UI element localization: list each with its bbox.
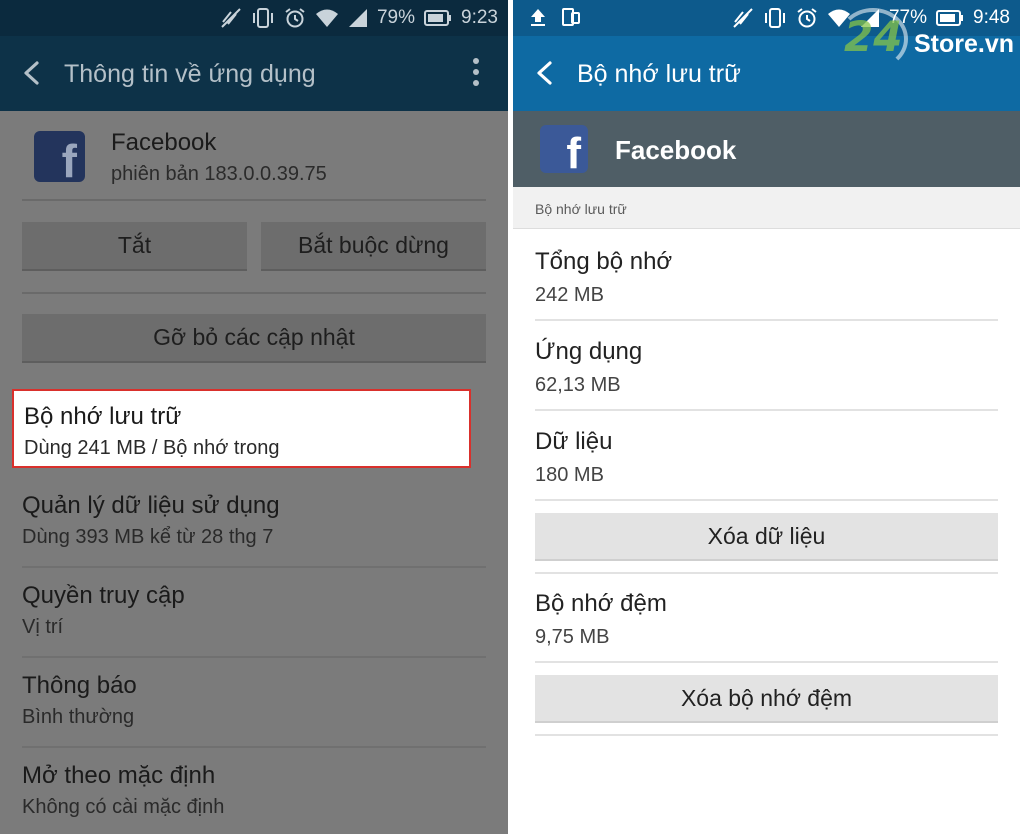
app-header: f Facebook bbox=[513, 111, 1020, 187]
disable-button[interactable]: Tắt bbox=[22, 222, 247, 271]
row-subtitle: Vị trí bbox=[22, 616, 64, 638]
page-title: Thông tin về ứng dụng bbox=[64, 60, 316, 88]
divider bbox=[22, 292, 486, 294]
section-label: Bộ nhớ lưu trữ bbox=[535, 201, 627, 217]
row-value: 62,13 MB bbox=[535, 374, 621, 396]
divider bbox=[22, 199, 486, 201]
wifi-icon bbox=[315, 9, 338, 27]
divider bbox=[535, 734, 998, 736]
divider bbox=[535, 409, 998, 411]
divider bbox=[535, 661, 998, 663]
divider bbox=[535, 499, 998, 501]
status-bar: 79% 9:23 bbox=[0, 0, 508, 36]
left-screen: 79% 9:23 Thông tin về ứng dụng f Faceboo… bbox=[0, 0, 508, 834]
row-title: Thông báo bbox=[22, 672, 137, 699]
uninstall-updates-button[interactable]: Gỡ bỏ các cập nhật bbox=[22, 314, 486, 363]
force-stop-button[interactable]: Bắt buộc dừng bbox=[261, 222, 486, 271]
no-sync-icon bbox=[733, 8, 753, 28]
watermark-brand: Store.vn bbox=[914, 30, 1015, 58]
vibrate-icon bbox=[252, 8, 273, 28]
total-storage-row: Tổng bộ nhớ 242 MB bbox=[535, 248, 998, 307]
divider bbox=[535, 319, 998, 321]
back-arrow-icon[interactable] bbox=[533, 60, 557, 86]
app-version: phiên bản 183.0.0.39.75 bbox=[111, 163, 327, 185]
divider bbox=[22, 566, 486, 568]
app-name: Facebook bbox=[615, 135, 737, 165]
battery-icon bbox=[424, 10, 452, 26]
open-by-default-row[interactable]: Mở theo mặc định Không có cài mặc định bbox=[22, 762, 482, 819]
right-screen: 77% 9:48 Bộ nhớ lưu trữ 24 Store.vn f Fa… bbox=[513, 0, 1020, 834]
app-bar: Thông tin về ứng dụng bbox=[0, 36, 508, 111]
divider bbox=[22, 656, 486, 658]
row-title: Dữ liệu bbox=[535, 428, 613, 455]
row-subtitle: Không có cài mặc định bbox=[22, 796, 225, 818]
signal-icon bbox=[348, 9, 367, 27]
clear-data-button[interactable]: Xóa dữ liệu bbox=[535, 513, 998, 561]
row-title: Ứng dụng bbox=[535, 338, 643, 365]
cache-row: Bộ nhớ đệm 9,75 MB bbox=[535, 590, 998, 649]
clear-cache-button[interactable]: Xóa bộ nhớ đệm bbox=[535, 675, 998, 723]
row-subtitle: Dùng 393 MB kể từ 28 thg 7 bbox=[22, 526, 274, 548]
row-title: Tổng bộ nhớ bbox=[535, 248, 673, 275]
section-header: Bộ nhớ lưu trữ bbox=[513, 187, 1020, 229]
alarm-icon bbox=[285, 8, 305, 28]
device-icon bbox=[562, 8, 580, 26]
divider bbox=[22, 746, 486, 748]
store-watermark: 24 Store.vn bbox=[838, 8, 1016, 72]
upload-icon bbox=[531, 9, 545, 26]
notifications-row[interactable]: Thông báo Bình thường bbox=[22, 672, 482, 729]
app-name: Facebook bbox=[111, 129, 217, 156]
vibrate-icon bbox=[764, 8, 785, 28]
row-value: 9,75 MB bbox=[535, 626, 610, 648]
page-title: Bộ nhớ lưu trữ bbox=[577, 60, 741, 88]
divider bbox=[535, 572, 998, 574]
back-arrow-icon[interactable] bbox=[20, 60, 44, 86]
app-size-row: Ứng dụng 62,13 MB bbox=[535, 338, 998, 397]
storage-row[interactable]: Bộ nhớ lưu trữ Dùng 241 MB / Bộ nhớ tron… bbox=[12, 389, 471, 468]
more-vert-icon[interactable] bbox=[472, 58, 480, 91]
row-subtitle: Bình thường bbox=[22, 706, 135, 728]
row-title: Bộ nhớ lưu trữ bbox=[24, 403, 182, 430]
row-title: Quyền truy cập bbox=[22, 582, 185, 609]
permissions-row[interactable]: Quyền truy cập Vị trí bbox=[22, 582, 482, 639]
row-title: Mở theo mặc định bbox=[22, 762, 216, 789]
data-size-row: Dữ liệu 180 MB bbox=[535, 428, 998, 487]
facebook-logo-icon: f bbox=[34, 131, 85, 182]
alarm-icon bbox=[797, 8, 817, 28]
row-title: Quản lý dữ liệu sử dụng bbox=[22, 492, 280, 519]
facebook-logo-icon: f bbox=[540, 125, 588, 173]
watermark-number: 24 bbox=[844, 12, 903, 61]
clock: 9:23 bbox=[461, 7, 498, 28]
row-subtitle: Dùng 241 MB / Bộ nhớ trong bbox=[24, 437, 280, 459]
app-header: f Facebook phiên bản 183.0.0.39.75 bbox=[0, 111, 508, 199]
data-usage-row[interactable]: Quản lý dữ liệu sử dụng Dùng 393 MB kể t… bbox=[22, 492, 482, 549]
row-value: 242 MB bbox=[535, 284, 604, 306]
battery-percent: 79% bbox=[376, 7, 416, 28]
row-title: Bộ nhớ đệm bbox=[535, 590, 667, 617]
no-sync-icon bbox=[221, 8, 241, 28]
row-value: 180 MB bbox=[535, 464, 604, 486]
